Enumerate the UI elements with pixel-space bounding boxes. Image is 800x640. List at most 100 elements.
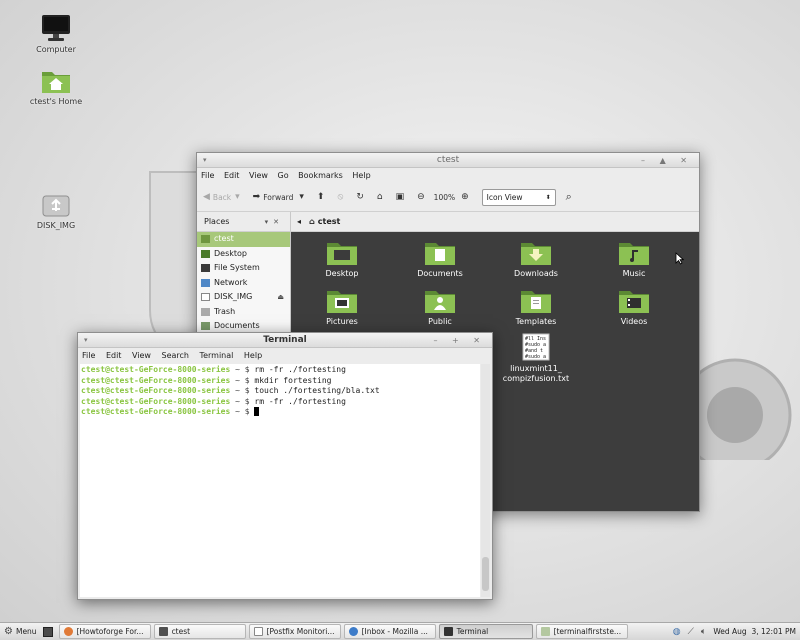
menu-edit[interactable]: Edit xyxy=(106,351,122,360)
file-item-videos[interactable]: Videos xyxy=(595,288,673,327)
sidebar-item-label: Desktop xyxy=(214,248,247,258)
menu-go[interactable]: Go xyxy=(278,171,289,180)
places-controls[interactable]: ▾✕ xyxy=(265,218,284,226)
chevron-down-icon: ▾ xyxy=(299,192,304,202)
menu-file[interactable]: File xyxy=(201,171,214,180)
window-menu-icon[interactable]: ▾ xyxy=(84,333,88,348)
taskbar-item-terminalfirststeps[interactable]: [terminalfirstste... xyxy=(535,624,628,639)
window-controls[interactable]: – + ✕ xyxy=(434,333,487,348)
computer-button[interactable]: ▣ xyxy=(396,192,408,202)
file-item-pictures[interactable]: Pictures xyxy=(303,288,381,327)
menu-view[interactable]: View xyxy=(132,351,151,360)
prompt: ctest@ctest-GeForce-8000-series xyxy=(81,407,231,416)
file-item-desktop[interactable]: Desktop xyxy=(303,240,381,279)
taskbar-item-howtoforge[interactable]: [Howtoforge For... xyxy=(58,624,151,639)
menu-terminal[interactable]: Terminal xyxy=(200,351,234,360)
path-home-icon: ⌂ xyxy=(309,217,315,226)
terminal-titlebar[interactable]: ▾ Terminal – + ✕ xyxy=(78,333,492,348)
file-preview-line: #sudo a xyxy=(525,354,546,360)
zoom-out-button[interactable]: ⊖ xyxy=(417,192,428,202)
terminal-line: ctest@ctest-GeForce-8000-series ~ $ touc… xyxy=(81,386,479,397)
file-manager-toolbar: ◀ Back ▾ ➡ Forward ▾ ⬆ ⦸ ↻ ⌂ ▣ ⊖ 100% ⊕ … xyxy=(197,183,699,212)
search-button[interactable]: ⌕ xyxy=(566,190,575,204)
eject-icon[interactable]: ⏏ xyxy=(277,290,284,305)
taskbar-item-inbox[interactable]: [Inbox - Mozilla ... xyxy=(343,624,436,639)
view-mode-select[interactable]: Icon View ⬍ xyxy=(481,188,556,206)
menu-bookmarks[interactable]: Bookmarks xyxy=(298,171,343,180)
start-menu-button[interactable]: ⚙ Menu xyxy=(0,624,41,640)
sidebar-item-desktop[interactable]: Desktop xyxy=(197,247,290,262)
zoom-in-button[interactable]: ⊕ xyxy=(461,192,472,202)
path-button[interactable]: ctest xyxy=(318,217,341,226)
file-item-templates[interactable]: Templates xyxy=(497,288,575,327)
window-menu-icon[interactable]: ▾ xyxy=(203,153,207,168)
file-name: Public xyxy=(428,317,452,326)
spin-arrows-icon: ⬍ xyxy=(545,193,551,201)
network-icon[interactable]: ⟋ xyxy=(688,627,694,637)
sidebar-item-trash[interactable]: Trash xyxy=(197,305,290,320)
menu-search[interactable]: Search xyxy=(162,351,189,360)
desktop-icon-computer[interactable]: Computer xyxy=(16,14,96,54)
terminal-scrollbar[interactable] xyxy=(481,364,490,597)
command: mkdir fortesting xyxy=(254,375,332,385)
file-name: Music xyxy=(622,269,646,278)
clock[interactable]: Wed Aug 3, 12:01 PM xyxy=(713,627,796,636)
file-item-downloads[interactable]: Downloads xyxy=(497,240,575,279)
desktop-icon-home[interactable]: ctest's Home xyxy=(16,68,96,106)
window-controls[interactable]: – ▲ ✕ xyxy=(641,153,693,168)
arrow-right-icon: ➡ xyxy=(252,192,261,202)
prompt-path: ~ $ xyxy=(230,386,255,395)
terminal-output[interactable]: ctest@ctest-GeForce-8000-series ~ $ rm -… xyxy=(80,364,480,597)
forward-button[interactable]: ➡ Forward ▾ xyxy=(253,192,307,202)
usb-drive-icon xyxy=(201,293,210,302)
task-label: ctest xyxy=(171,627,191,636)
terminal-line: ctest@ctest-GeForce-8000-series ~ $ rm -… xyxy=(81,397,479,408)
file-name: Videos xyxy=(620,317,648,326)
command: touch ./fortesting/bla.txt xyxy=(254,386,380,395)
file-item-text-file[interactable]: #ll Ins #sudo a #and t #sudo a linuxmint… xyxy=(497,333,575,384)
reload-button[interactable]: ↻ xyxy=(356,192,367,202)
show-desktop-icon[interactable] xyxy=(42,626,53,637)
stop-button[interactable]: ⦸ xyxy=(337,192,346,202)
file-item-music[interactable]: Music xyxy=(595,240,673,279)
home-button[interactable]: ⌂ xyxy=(377,192,386,202)
zoom-level: 100% xyxy=(433,192,456,202)
file-name: Desktop xyxy=(325,269,359,278)
file-name: Pictures xyxy=(326,317,358,326)
chevron-down-icon: ▾ xyxy=(235,192,240,202)
update-manager-icon[interactable]: ◍ xyxy=(673,627,681,637)
volume-icon[interactable]: 🔈︎ xyxy=(701,627,706,637)
text-file-icon: #ll Ins #sudo a #and t #sudo a xyxy=(522,333,550,361)
menu-help[interactable]: Help xyxy=(352,171,370,180)
task-label: [Howtoforge For... xyxy=(76,627,144,636)
sidebar-item-file-system[interactable]: File System xyxy=(197,261,290,276)
sidebar-item-ctest[interactable]: ctest xyxy=(197,232,290,247)
menu-help[interactable]: Help xyxy=(244,351,262,360)
monitor-icon: ▣ xyxy=(395,192,405,202)
back-button[interactable]: ◀ Back ▾ xyxy=(203,192,243,202)
menu-file[interactable]: File xyxy=(82,351,95,360)
system-tray: ◍ ⟋ 🔈︎ Wed Aug 3, 12:01 PM xyxy=(673,627,800,637)
taskbar-item-terminal[interactable]: Terminal xyxy=(438,624,533,639)
sidebar-item-network[interactable]: Network xyxy=(197,276,290,291)
desktop-icon-disk-img[interactable]: DISK_IMG xyxy=(16,192,96,230)
file-item-public[interactable]: Public xyxy=(401,288,479,327)
pictures-folder-icon xyxy=(327,291,357,313)
home-icon: ⌂ xyxy=(376,192,383,202)
taskbar-item-ctest[interactable]: ctest xyxy=(153,624,246,639)
task-label: [terminalfirstste... xyxy=(553,627,622,636)
taskbar-item-postfix[interactable]: [Postfix Monitori... xyxy=(248,624,341,639)
file-manager-titlebar[interactable]: ▾ ctest – ▲ ✕ xyxy=(197,153,699,168)
taskbar: ⚙ Menu [Howtoforge For... ctest [Postfix… xyxy=(0,622,800,640)
file-item-documents[interactable]: Documents xyxy=(401,240,479,279)
menu-edit[interactable]: Edit xyxy=(224,171,240,180)
stop-icon: ⦸ xyxy=(337,192,344,202)
prompt-path: ~ $ xyxy=(230,396,255,406)
up-button[interactable]: ⬆ xyxy=(317,192,328,202)
file-manager-menubar: File Edit View Go Bookmarks Help xyxy=(197,168,699,183)
scrollbar-thumb[interactable] xyxy=(482,557,489,591)
documents-folder-icon xyxy=(425,243,455,265)
path-left-arrow-icon[interactable]: ◂ xyxy=(297,217,301,226)
sidebar-item-disk-img[interactable]: DISK_IMG ⏏ xyxy=(197,290,290,305)
menu-view[interactable]: View xyxy=(249,171,268,180)
